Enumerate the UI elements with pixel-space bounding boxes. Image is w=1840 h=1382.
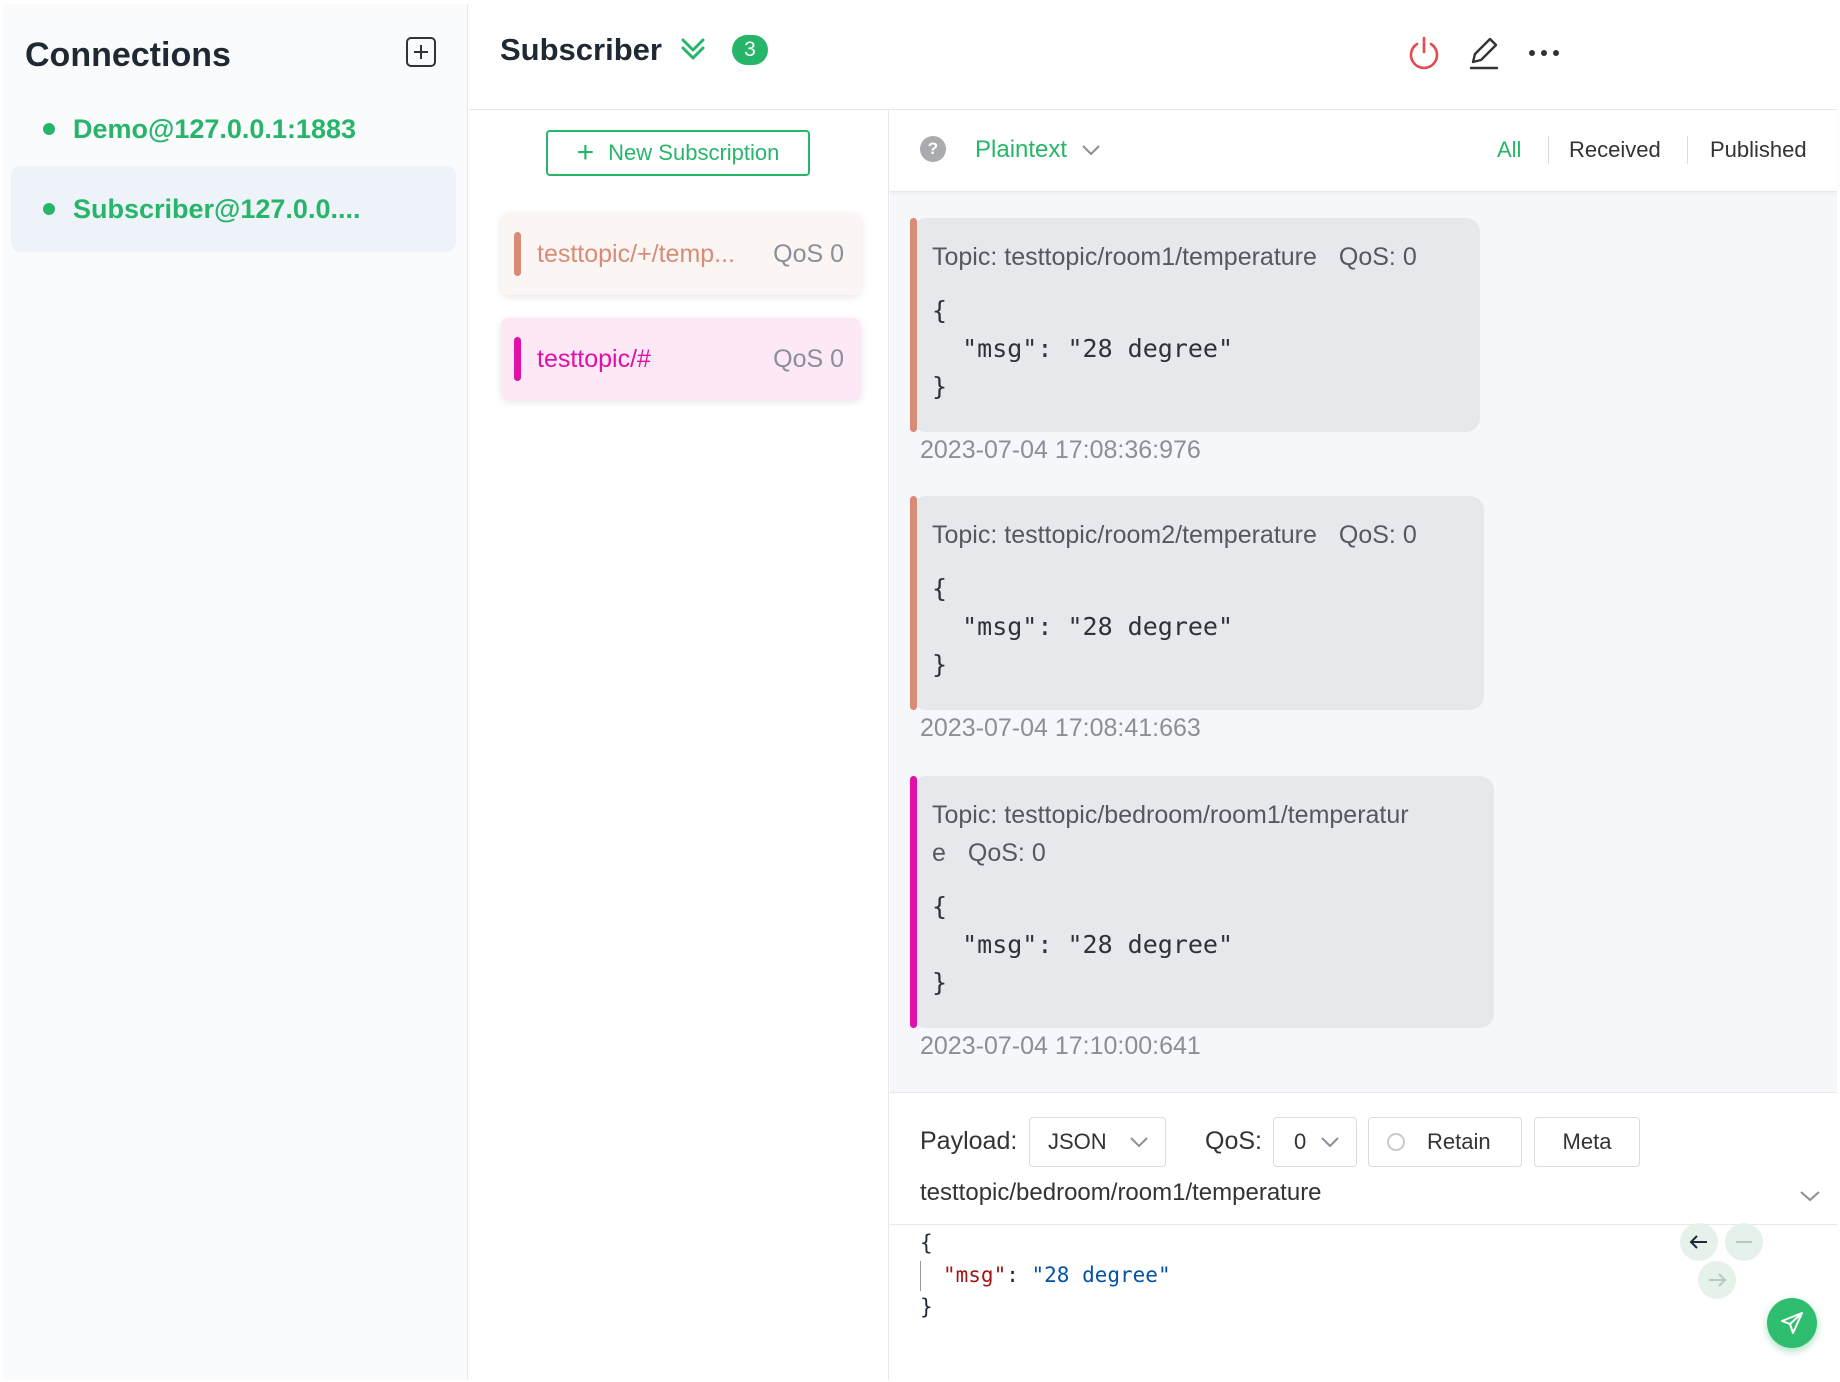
meta-label: Meta <box>1562 1129 1612 1154</box>
subscription-topic: testtopic/# <box>537 344 651 373</box>
history-forward-icon[interactable] <box>1698 1261 1736 1299</box>
connection-label: Demo@127.0.0.1:1883 <box>73 113 356 144</box>
payload-format-value: JSON <box>1048 1129 1107 1154</box>
connection-title: Subscriber <box>500 32 662 67</box>
publish-topic-field[interactable]: testtopic/bedroom/room1/temperature <box>890 1169 1837 1225</box>
subscriptions-panel: + New Subscription testtopic/+/temp... Q… <box>469 110 889 1380</box>
message-filter-bar: ? Plaintext All Received Published <box>890 110 1837 192</box>
tab-published[interactable]: Published <box>1710 137 1807 163</box>
qos-value: 0 <box>1294 1129 1307 1154</box>
message-timestamp: 2023-07-04 17:08:36:976 <box>920 436 1201 464</box>
payload-format-select[interactable]: Plaintext <box>975 136 1101 164</box>
meta-button[interactable]: Meta <box>1534 1117 1640 1167</box>
retain-label: Retain <box>1427 1129 1491 1154</box>
send-button[interactable] <box>1767 1298 1817 1348</box>
payload-format-dropdown[interactable]: JSON <box>1029 1117 1166 1167</box>
message-timestamp: 2023-07-04 17:10:00:641 <box>920 1032 1201 1060</box>
app-window: Connections Demo@127.0.0.1:1883 Subscrib… <box>0 0 1840 1382</box>
editor-brace-close: } <box>920 1295 933 1319</box>
message-color-bar <box>910 218 917 432</box>
payload-label: Payload: <box>920 1127 1018 1155</box>
editor-key: "msg" <box>943 1263 1007 1287</box>
qos-dropdown[interactable]: 0 <box>1273 1117 1357 1167</box>
message-color-bar <box>910 776 917 1028</box>
subscription-qos: QoS 0 <box>773 239 844 268</box>
history-back-icon[interactable] <box>1680 1223 1718 1261</box>
qos-label: QoS: <box>1205 1127 1262 1155</box>
subscription-item[interactable]: testtopic/# QoS 0 <box>501 318 861 400</box>
subscription-color-bar <box>514 337 521 381</box>
subscription-count-badge: 3 <box>732 35 768 65</box>
radio-icon <box>1387 1133 1405 1151</box>
editor-line: } <box>920 1291 1171 1323</box>
subscription-qos: QoS 0 <box>773 344 844 373</box>
message-payload: { "msg": "28 degree" } <box>932 296 1234 401</box>
chevron-down-icon <box>1130 1137 1148 1148</box>
message-payload: { "msg": "28 degree" } <box>932 574 1234 679</box>
more-icon[interactable] <box>1525 34 1563 72</box>
retain-toggle[interactable]: Retain <box>1368 1117 1522 1167</box>
tab-received[interactable]: Received <box>1569 137 1661 163</box>
tab-all[interactable]: All <box>1497 137 1521 163</box>
power-icon[interactable] <box>1405 34 1443 72</box>
payload-format-label: Plaintext <box>975 136 1068 163</box>
new-subscription-button[interactable]: + New Subscription <box>546 130 810 176</box>
connection-item-demo[interactable]: Demo@127.0.0.1:1883 <box>11 86 456 172</box>
chevron-down-icon[interactable] <box>1799 1189 1821 1203</box>
connections-title: Connections <box>25 36 231 74</box>
status-dot-icon <box>43 123 55 135</box>
clear-history-icon[interactable] <box>1725 1223 1763 1261</box>
message-timestamp: 2023-07-04 17:08:41:663 <box>920 714 1201 742</box>
messages-panel: ? Plaintext All Received Published Topic… <box>890 110 1837 1380</box>
send-icon <box>1781 1312 1803 1334</box>
connection-header: Subscriber 3 <box>469 4 1837 110</box>
editor-value: "28 degree" <box>1031 1263 1171 1287</box>
subscription-color-bar <box>514 232 521 276</box>
editor-colon: : <box>1006 1263 1032 1287</box>
message-bubble[interactable]: Topic: testtopic/room1/temperature QoS: 0… <box>910 218 1480 432</box>
message-payload: { "msg": "28 degree" } <box>932 892 1234 997</box>
publish-panel: Payload: JSON QoS: 0 Retain Meta testtop… <box>890 1092 1837 1380</box>
status-dot-icon <box>43 203 55 215</box>
message-bubble[interactable]: Topic: testtopic/bedroom/room1/temperatu… <box>910 776 1494 1028</box>
message-qos: QoS: 0 <box>1338 243 1417 271</box>
add-connection-icon[interactable] <box>406 37 436 67</box>
double-chevron-down-icon[interactable] <box>678 34 708 64</box>
new-subscription-label: New Subscription <box>608 140 780 165</box>
message-qos: QoS: 0 <box>967 839 1046 867</box>
message-topic: Topic: testtopic/bedroom/room1/temperatu… <box>932 801 1409 829</box>
chevron-down-icon <box>1321 1137 1339 1148</box>
indent-guide <box>920 1261 921 1291</box>
tab-divider <box>1548 136 1549 164</box>
publish-topic-input[interactable]: testtopic/bedroom/room1/temperature <box>920 1179 1322 1207</box>
subscription-topic: testtopic/+/temp... <box>537 239 736 268</box>
tab-divider <box>1687 136 1688 164</box>
message-color-bar <box>910 496 917 710</box>
connections-sidebar: Connections Demo@127.0.0.1:1883 Subscrib… <box>3 4 468 1380</box>
help-icon[interactable]: ? <box>920 136 946 162</box>
message-topic: Topic: testtopic/room2/temperature <box>932 521 1317 549</box>
chevron-down-icon <box>1082 145 1100 156</box>
subscription-item[interactable]: testtopic/+/temp... QoS 0 <box>501 213 861 295</box>
editor-brace-open: { <box>920 1231 933 1255</box>
connection-label: Subscriber@127.0.0.... <box>73 193 361 224</box>
editor-line: { <box>920 1227 1171 1259</box>
editor-line: "msg": "28 degree" <box>920 1259 1171 1291</box>
message-topic: Topic: testtopic/room1/temperature <box>932 243 1317 271</box>
connection-item-subscriber[interactable]: Subscriber@127.0.0.... <box>11 166 456 252</box>
message-qos: QoS: 0 <box>1338 521 1417 549</box>
message-bubble[interactable]: Topic: testtopic/room2/temperature QoS: 0… <box>910 496 1484 710</box>
message-topic-wrap: e <box>932 839 946 867</box>
edit-icon[interactable] <box>1465 34 1503 72</box>
plus-icon: + <box>576 136 595 169</box>
payload-editor[interactable]: { "msg": "28 degree" } <box>920 1227 1171 1323</box>
